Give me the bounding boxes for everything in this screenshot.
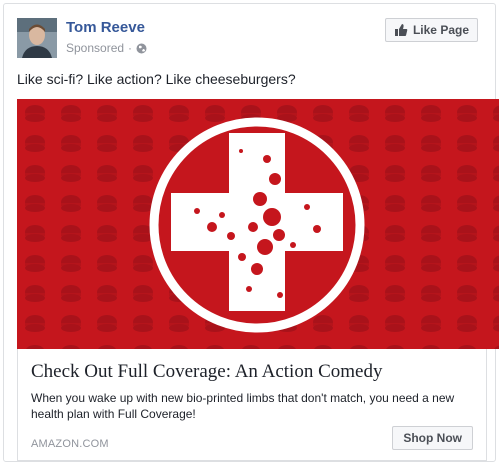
ad-image[interactable] xyxy=(17,99,499,349)
ad-description: When you wake up with new bio-printed li… xyxy=(31,391,455,421)
like-page-label: Like Page xyxy=(412,23,469,37)
sponsored-label[interactable]: Sponsored xyxy=(66,41,124,55)
ad-headline[interactable]: Check Out Full Coverage: An Action Comed… xyxy=(31,361,382,383)
ad-link-box[interactable]: Check Out Full Coverage: An Action Comed… xyxy=(17,349,487,461)
meta-separator: · xyxy=(128,41,133,55)
post-text: Like sci-fi? Like action? Like cheesebur… xyxy=(17,71,296,87)
like-page-button[interactable]: Like Page xyxy=(384,18,478,42)
thumbs-up-icon xyxy=(394,23,408,37)
author-name-link[interactable]: Tom Reeve xyxy=(66,19,145,36)
author-avatar[interactable] xyxy=(17,18,57,58)
ad-domain: AMAZON.COM xyxy=(31,438,109,450)
post-meta: Sponsored · xyxy=(66,41,147,55)
globe-icon xyxy=(136,43,147,54)
shop-now-button[interactable]: Shop Now xyxy=(392,426,473,450)
sponsored-post-card: Tom Reeve Sponsored · Like Page Like sci… xyxy=(3,3,499,462)
